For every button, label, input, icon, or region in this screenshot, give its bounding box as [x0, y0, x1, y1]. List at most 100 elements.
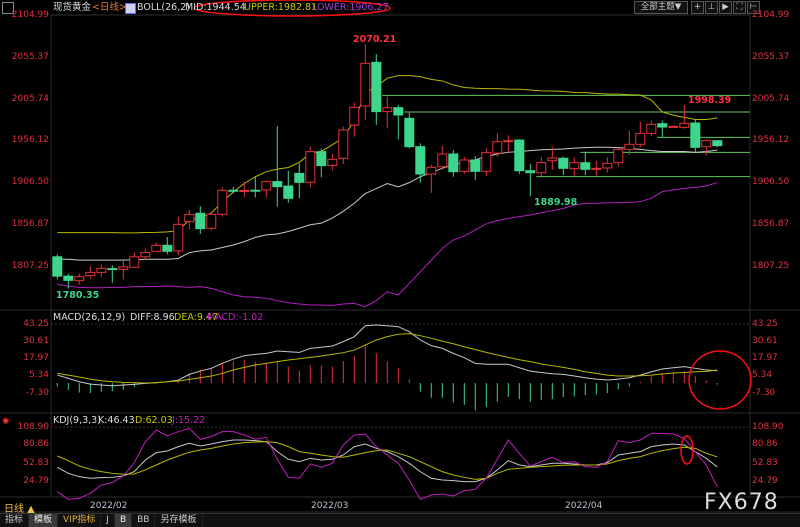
candle-body [657, 123, 668, 128]
kdj-axis-tick: 52.83 [23, 458, 49, 468]
candle-body [646, 123, 657, 134]
kdj-axis-tick: 80.86 [752, 439, 778, 449]
macd-axis-tick: 30.61 [23, 336, 49, 346]
candle-body [459, 159, 470, 172]
candle-body [569, 162, 580, 170]
candle-body [316, 151, 327, 167]
candle-body [184, 213, 195, 223]
tab-vip-indicators[interactable]: VIP指标 [58, 514, 102, 527]
candle-body [96, 267, 107, 273]
period-label[interactable]: <日线> [92, 1, 127, 15]
macd-title[interactable]: MACD(26,12,9) [53, 311, 125, 325]
tab-bb[interactable]: BB [132, 514, 156, 527]
macd-axis-tick: 43.25 [23, 319, 49, 329]
candle-body [492, 141, 503, 154]
price-axis-tick: 1807.25 [11, 261, 49, 271]
candle-body [613, 148, 624, 164]
boll-lower-value: LOWER:1906.27 [312, 2, 389, 13]
tab-indicators[interactable]: 指标 [0, 514, 30, 527]
symbol-name: 现货黄金 [53, 2, 92, 13]
candle-body [261, 181, 272, 191]
candle-body [514, 139, 525, 172]
candle-body [85, 271, 96, 277]
candle-body [272, 181, 283, 188]
candle-body [393, 107, 404, 116]
candle-body [129, 256, 140, 268]
kdj-title[interactable]: KDJ(9,3,3) [53, 414, 101, 428]
candle-body [382, 107, 393, 113]
play-icon[interactable]: ▶ [719, 1, 732, 14]
candle-body [360, 62, 371, 107]
candle-body [690, 122, 701, 148]
kdj-j: J:15.22 [172, 415, 206, 426]
price-axis-tick: 1906.50 [752, 177, 790, 187]
tab-save-template[interactable]: 另存模板 [155, 514, 203, 527]
annotation-ellipse [680, 435, 694, 465]
kdj-d-line [57, 441, 718, 480]
kdj-axis-tick: 108.90 [17, 422, 50, 432]
candle-body [74, 276, 85, 282]
recent-high-label: 1998.39 [688, 95, 732, 106]
date-label: 2022/03 [311, 501, 349, 511]
low-price-label: 1780.35 [56, 290, 100, 301]
candle-body [712, 140, 723, 147]
kdj-axis-tick: 52.83 [752, 458, 778, 468]
candle-body [206, 213, 217, 229]
macd-diff: DIFF:8.96 [130, 312, 175, 323]
candle-body [305, 151, 316, 183]
macd-axis-tick: 30.61 [752, 336, 778, 346]
bottom-tabs: 指标 模板 VIP指标 J B BB 另存模板 [0, 513, 800, 527]
kdj-d: D:62.03 [135, 415, 173, 426]
date-label: 2022/02 [90, 501, 128, 511]
candle-body [547, 157, 558, 162]
boll-title[interactable]: BOLL(26,2) [137, 1, 190, 15]
macd-axis-tick: 17.97 [23, 353, 49, 363]
candle-body [217, 189, 228, 215]
annotation-circle [688, 350, 752, 410]
price-axis-tick: 2005.74 [11, 94, 49, 104]
macd-axis-tick: 17.97 [752, 353, 778, 363]
boll-upper-value: UPPER:1982.81 [244, 2, 318, 13]
candle-body [679, 122, 690, 128]
candle-body [338, 129, 349, 159]
candle-body [481, 152, 492, 172]
candle-body [558, 157, 569, 169]
macd-axis-tick: 43.25 [752, 319, 778, 329]
tab-b[interactable]: B [114, 514, 133, 527]
candle-body [668, 125, 679, 128]
recent-low-label: 1889.98 [534, 197, 578, 208]
macd-axis-tick: 5.34 [752, 370, 773, 380]
price-axis-tick: 2055.37 [752, 52, 790, 62]
candle-body [525, 170, 536, 174]
tab-j[interactable]: J [101, 514, 115, 527]
crosshair-icon[interactable]: + [691, 1, 704, 14]
candle-body [404, 117, 415, 148]
kdj-k: K:46.43 [98, 415, 135, 426]
candle-body [426, 166, 437, 175]
price-axis-tick: 1856.87 [752, 219, 790, 229]
macd-value: MACD:-1.02 [207, 312, 264, 323]
candle-body [63, 275, 74, 281]
candle-body [415, 146, 426, 175]
theme-dropdown[interactable]: 全部主题▼ [634, 1, 688, 14]
chart-type-icon[interactable]: ⊥ [705, 1, 718, 14]
high-price-label: 2070.21 [353, 34, 397, 45]
candle-body [701, 140, 712, 148]
tab-templates[interactable]: 模板 [29, 514, 59, 527]
candle-body [239, 189, 250, 192]
price-axis-tick: 2104.99 [752, 10, 790, 20]
candle-body [162, 244, 173, 252]
price-axis-tick: 1807.25 [752, 261, 790, 271]
macd-axis-tick: 5.34 [28, 370, 49, 380]
fullscreen-icon[interactable]: ⛶ [733, 1, 746, 14]
candle-body [448, 153, 459, 173]
candle-body [602, 162, 613, 169]
candle-body [151, 244, 162, 252]
candle-body [635, 132, 646, 145]
kdj-axis-tick: 108.90 [752, 422, 784, 432]
candle-body [118, 266, 129, 270]
price-axis-tick: 2055.37 [11, 52, 49, 62]
kdj-axis-tick: 24.79 [23, 476, 49, 486]
candle-body [591, 167, 602, 170]
kdj-axis-tick: 80.86 [23, 439, 49, 449]
